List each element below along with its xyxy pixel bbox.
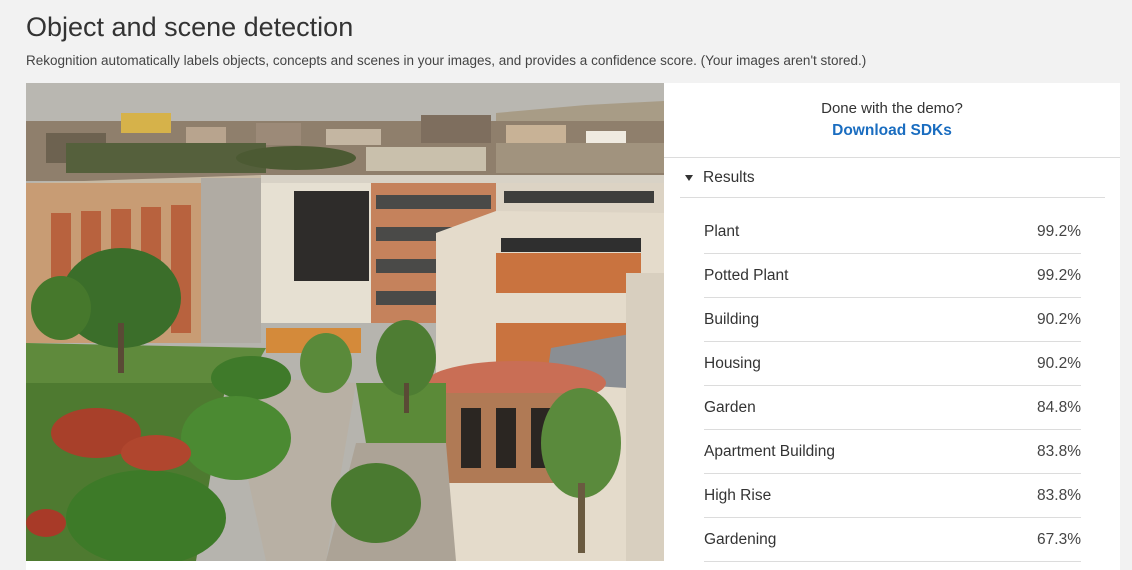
result-label: Housing [704, 354, 761, 372]
results-panel: Done with the demo? Download SDKs Result… [664, 83, 1120, 570]
result-row: Potted Plant 99.2% [704, 254, 1081, 298]
analyzed-image [26, 83, 664, 561]
result-row: Gardening 67.3% [704, 518, 1081, 562]
result-confidence: 84.8% [1037, 398, 1081, 416]
page-title: Object and scene detection [26, 12, 354, 42]
caret-down-icon [685, 174, 693, 181]
result-label: Apartment Building [704, 442, 835, 460]
image-bottom-strip [26, 561, 664, 570]
result-row: Housing 90.2% [704, 342, 1081, 386]
result-confidence: 83.8% [1037, 442, 1081, 460]
result-row: Garden 84.8% [704, 386, 1081, 430]
download-sdks-link[interactable]: Download SDKs [832, 122, 952, 140]
result-label: High Rise [704, 486, 772, 504]
result-label: Garden [704, 398, 756, 416]
result-row: High Rise 83.8% [704, 474, 1081, 518]
result-confidence: 99.2% [1037, 266, 1081, 284]
result-row: Building 90.2% [704, 298, 1081, 342]
campus-photo [26, 83, 664, 561]
result-row: Apartment Building 83.8% [704, 430, 1081, 474]
results-toggle[interactable]: Results [680, 158, 1105, 198]
demo-prompt: Done with the demo? [821, 100, 963, 117]
result-label: Potted Plant [704, 266, 789, 284]
result-confidence: 90.2% [1037, 354, 1081, 372]
result-row: Plant 99.2% [704, 210, 1081, 254]
page-subtitle: Rekognition automatically labels objects… [26, 53, 867, 68]
results-header-label: Results [703, 168, 755, 186]
result-confidence: 83.8% [1037, 486, 1081, 504]
results-list: Plant 99.2% Potted Plant 99.2% Building … [704, 198, 1081, 562]
result-confidence: 67.3% [1037, 530, 1081, 548]
result-label: Gardening [704, 530, 777, 548]
result-label: Plant [704, 222, 740, 240]
result-confidence: 90.2% [1037, 310, 1081, 328]
result-confidence: 99.2% [1037, 222, 1081, 240]
result-label: Building [704, 310, 760, 328]
demo-box: Done with the demo? Download SDKs [664, 83, 1120, 158]
